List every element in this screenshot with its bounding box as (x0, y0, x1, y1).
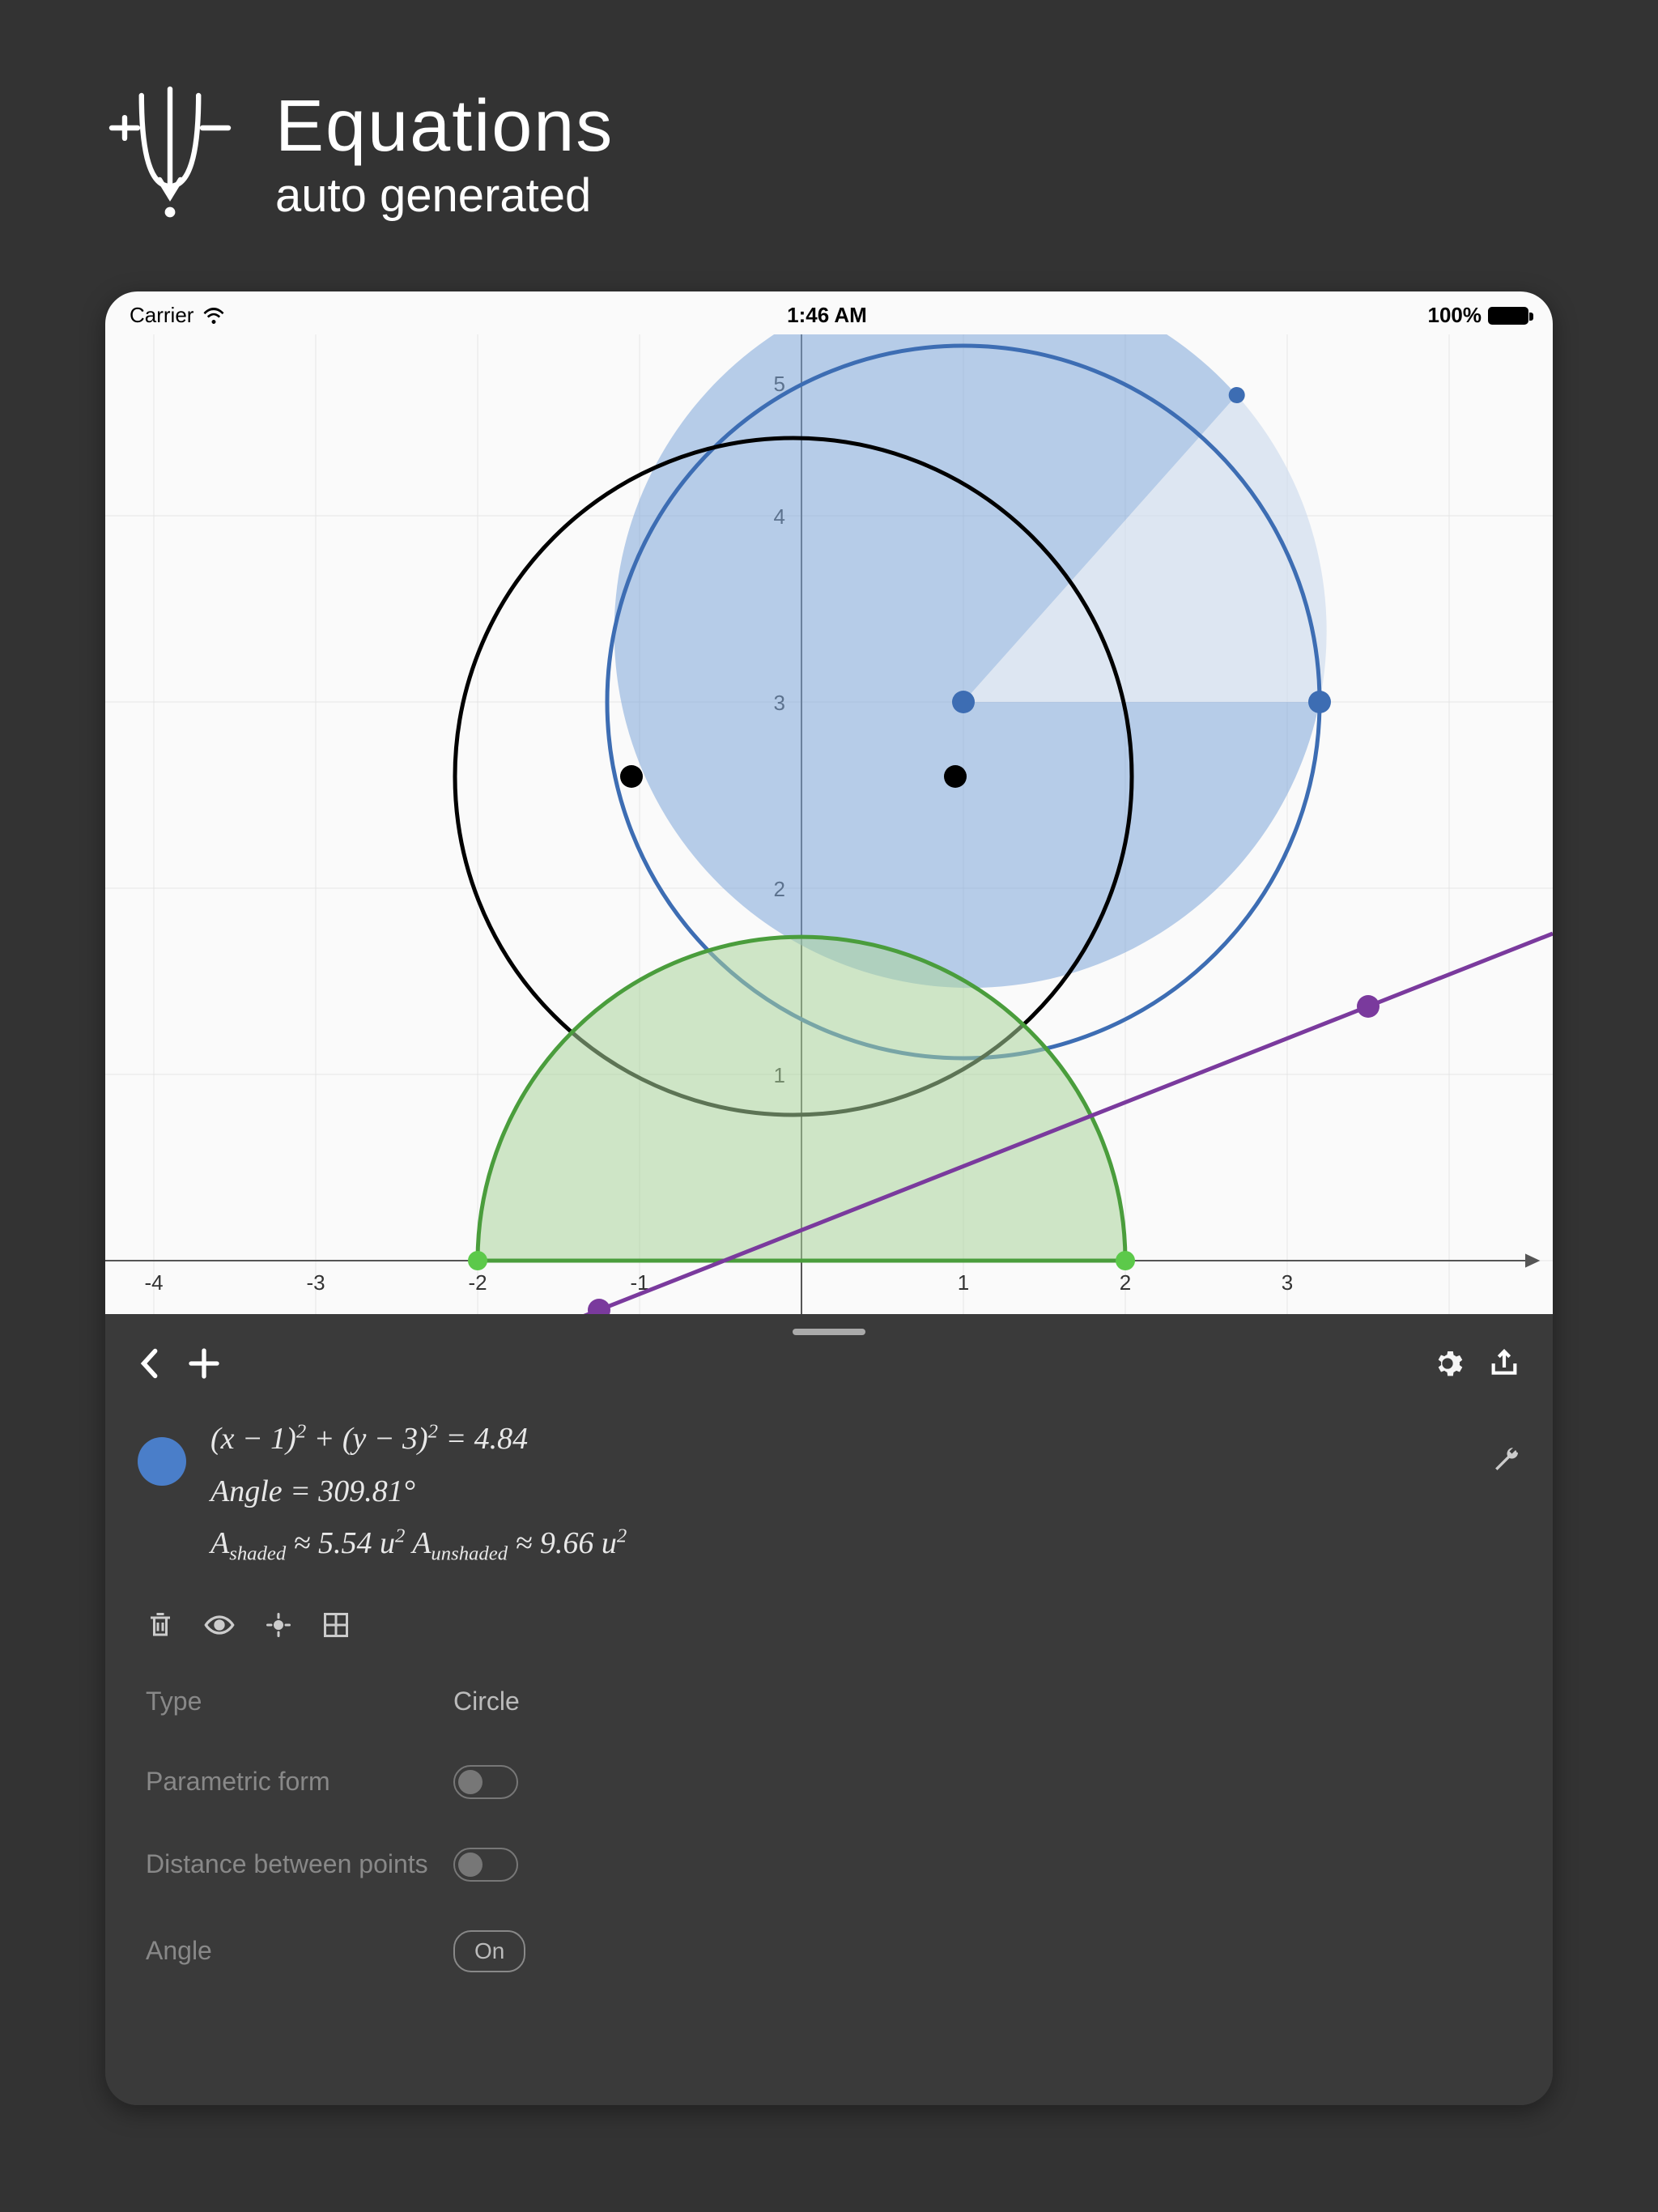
grid-button[interactable] (321, 1610, 351, 1640)
eye-icon (203, 1610, 236, 1640)
edit-equation-button[interactable] (1491, 1445, 1520, 1474)
svg-text:-2: -2 (468, 1270, 487, 1295)
graph-canvas[interactable]: -4 -3 -2 -1 1 2 3 1 2 3 4 5 (105, 334, 1553, 1314)
app-header: Equations auto generated (0, 0, 1658, 275)
distance-label: Distance between points (146, 1849, 453, 1879)
settings-button[interactable] (1431, 1347, 1464, 1380)
setting-parametric-row: Parametric form (105, 1741, 1553, 1823)
type-label: Type (146, 1687, 453, 1716)
chevron-left-icon (138, 1346, 164, 1380)
panel-toolbar (105, 1314, 1553, 1397)
type-value[interactable]: Circle (453, 1687, 520, 1716)
battery-percent: 100% (1428, 303, 1482, 328)
angle-setting-label: Angle (146, 1936, 453, 1966)
carrier-label: Carrier (130, 303, 193, 328)
status-bar: Carrier 1:46 AM 100% (105, 291, 1553, 334)
parametric-label: Parametric form (146, 1767, 453, 1797)
plus-icon (188, 1347, 220, 1380)
logo-icon (105, 81, 235, 227)
action-icon-row (105, 1588, 1553, 1662)
device-frame: Carrier 1:46 AM 100% (105, 291, 1553, 2105)
back-button[interactable] (138, 1346, 164, 1380)
svg-text:1: 1 (958, 1270, 969, 1295)
svg-text:-3: -3 (306, 1270, 325, 1295)
setting-angle-row: Angle On (105, 1906, 1553, 1997)
target-icon (264, 1610, 293, 1640)
header-title: Equations (275, 85, 614, 168)
equation-area: Ashaded ≈ 5.54 u2 Aunshaded ≈ 9.66 u2 (210, 1517, 1467, 1572)
wifi-icon (202, 304, 226, 328)
status-left: Carrier (130, 303, 226, 328)
focus-button[interactable] (264, 1610, 293, 1640)
share-icon (1488, 1347, 1520, 1380)
equation-angle: Angle = 309.81° (210, 1465, 1467, 1518)
equation-text: (x − 1)2 + (y − 3)2 = 4.84 Angle = 309.8… (210, 1413, 1467, 1572)
setting-type-row: Type Circle (105, 1662, 1553, 1741)
angle-setting-value[interactable]: On (453, 1930, 525, 1972)
visibility-button[interactable] (203, 1610, 236, 1640)
header-text: Equations auto generated (275, 85, 614, 223)
delete-button[interactable] (146, 1610, 175, 1640)
setting-distance-row: Distance between points (105, 1823, 1553, 1906)
header-subtitle: auto generated (275, 168, 614, 223)
battery-icon (1488, 307, 1528, 325)
svg-text:3: 3 (1282, 1270, 1293, 1295)
distance-toggle[interactable] (453, 1848, 518, 1882)
graph-svg: -4 -3 -2 -1 1 2 3 1 2 3 4 5 (105, 334, 1553, 1314)
add-button[interactable] (188, 1347, 220, 1380)
parametric-toggle[interactable] (453, 1765, 518, 1799)
share-button[interactable] (1488, 1347, 1520, 1380)
status-time: 1:46 AM (787, 303, 867, 328)
grid-icon (321, 1610, 351, 1640)
equation-row[interactable]: (x − 1)2 + (y − 3)2 = 4.84 Angle = 309.8… (105, 1397, 1553, 1588)
equation-formula: (x − 1)2 + (y − 3)2 = 4.84 (210, 1413, 1467, 1465)
trash-icon (146, 1610, 175, 1640)
svg-text:2: 2 (1120, 1270, 1131, 1295)
bottom-panel: (x − 1)2 + (y − 3)2 = 4.84 Angle = 309.8… (105, 1314, 1553, 2105)
gear-icon (1431, 1347, 1464, 1380)
wrench-icon (1491, 1445, 1520, 1474)
green-arc[interactable] (468, 937, 1135, 1270)
panel-drag-handle[interactable] (793, 1329, 865, 1335)
svg-text:-4: -4 (144, 1270, 163, 1295)
object-color-indicator[interactable] (138, 1437, 186, 1486)
